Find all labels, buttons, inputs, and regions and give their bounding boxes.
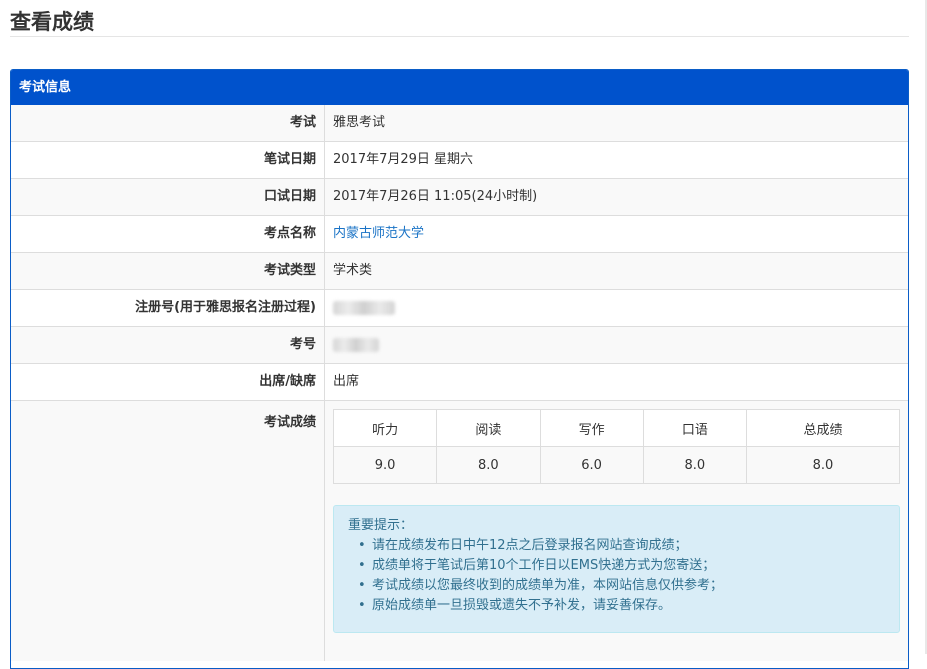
- row-attendance: 出席/缺席 出席: [11, 364, 908, 401]
- row-speaking-date: 口试日期 2017年7月26日 11:05(24小时制): [11, 179, 908, 216]
- row-value: 出席: [333, 374, 360, 389]
- row-written-date: 笔试日期 2017年7月29日 星期六: [11, 142, 908, 179]
- row-test-centre: 考点名称 内蒙古师范大学: [11, 216, 908, 253]
- notice-list: 请在成绩发布日中午12点之后登录报名网站查询成绩； 成绩单将于笔试后第10个工作…: [348, 536, 885, 616]
- notice-item: 成绩单将于笔试后第10个工作日以EMS快递方式为您寄送；: [358, 556, 885, 576]
- row-label: 笔试日期: [11, 142, 325, 178]
- row-exam-type: 考试类型 学术类: [11, 253, 908, 290]
- row-label: 注册号(用于雅思报名注册过程): [11, 290, 325, 326]
- score-listening: 9.0: [332, 446, 438, 484]
- panel-heading: 考试信息: [11, 70, 908, 105]
- score-header-row: 听力 阅读 写作 口语 总成绩: [332, 409, 900, 447]
- row-value: 雅思考试: [333, 115, 386, 130]
- redacted-candidate-number: [333, 337, 379, 352]
- test-centre-link[interactable]: 内蒙古师范大学: [325, 216, 908, 252]
- score-reading: 8.0: [436, 446, 541, 484]
- row-label: 口试日期: [11, 179, 325, 215]
- row-label: 考试类型: [11, 253, 325, 289]
- row-registration-number: 注册号(用于雅思报名注册过程): [11, 290, 908, 327]
- redacted-registration-number: [333, 300, 395, 315]
- row-label: 考试成绩: [11, 401, 325, 661]
- score-header-writing: 写作: [539, 409, 644, 447]
- score-overall: 8.0: [746, 446, 900, 484]
- score-value-row: 9.0 8.0 6.0 8.0 8.0: [332, 446, 900, 484]
- row-value: 学术类: [333, 263, 373, 278]
- title-divider: [10, 36, 909, 37]
- score-speaking: 8.0: [642, 446, 748, 484]
- notice-item: 考试成绩以您最终收到的成绩单为准，本网站信息仅供参考；: [358, 576, 885, 596]
- notice-item: 请在成绩发布日中午12点之后登录报名网站查询成绩；: [358, 536, 885, 556]
- page-title: 查看成绩: [10, 10, 94, 34]
- row-label: 考点名称: [11, 216, 325, 252]
- row-candidate-number: 考号: [11, 327, 908, 364]
- score-table: 听力 阅读 写作 口语 总成绩 9.0 8.0 6.0 8.0 8.0: [332, 409, 900, 484]
- score-writing: 6.0: [539, 446, 644, 484]
- score-header-overall: 总成绩: [746, 409, 900, 447]
- row-label: 出席/缺席: [11, 364, 325, 400]
- row-scores: 考试成绩 听力 阅读 写作 口语 总成绩 9.0 8.0 6.0 8.0 8.0: [11, 401, 908, 661]
- row-value: 2017年7月29日 星期六: [333, 152, 474, 167]
- notice-item: 原始成绩单一旦损毁或遗失不予补发，请妥善保存。: [358, 596, 885, 616]
- score-header-listening: 听力: [332, 409, 438, 447]
- score-header-speaking: 口语: [642, 409, 748, 447]
- important-notice: 重要提示： 请在成绩发布日中午12点之后登录报名网站查询成绩； 成绩单将于笔试后…: [333, 505, 900, 633]
- score-header-reading: 阅读: [436, 409, 541, 447]
- row-value: 2017年7月26日 11:05(24小时制): [333, 189, 538, 204]
- row-label: 考试: [11, 105, 325, 141]
- row-label: 考号: [11, 327, 325, 363]
- notice-title: 重要提示：: [348, 518, 414, 533]
- exam-info-panel: 考试信息 考试 雅思考试 笔试日期 2017年7月29日 星期六 口试日期 20…: [10, 69, 909, 669]
- row-exam: 考试 雅思考试: [11, 105, 908, 142]
